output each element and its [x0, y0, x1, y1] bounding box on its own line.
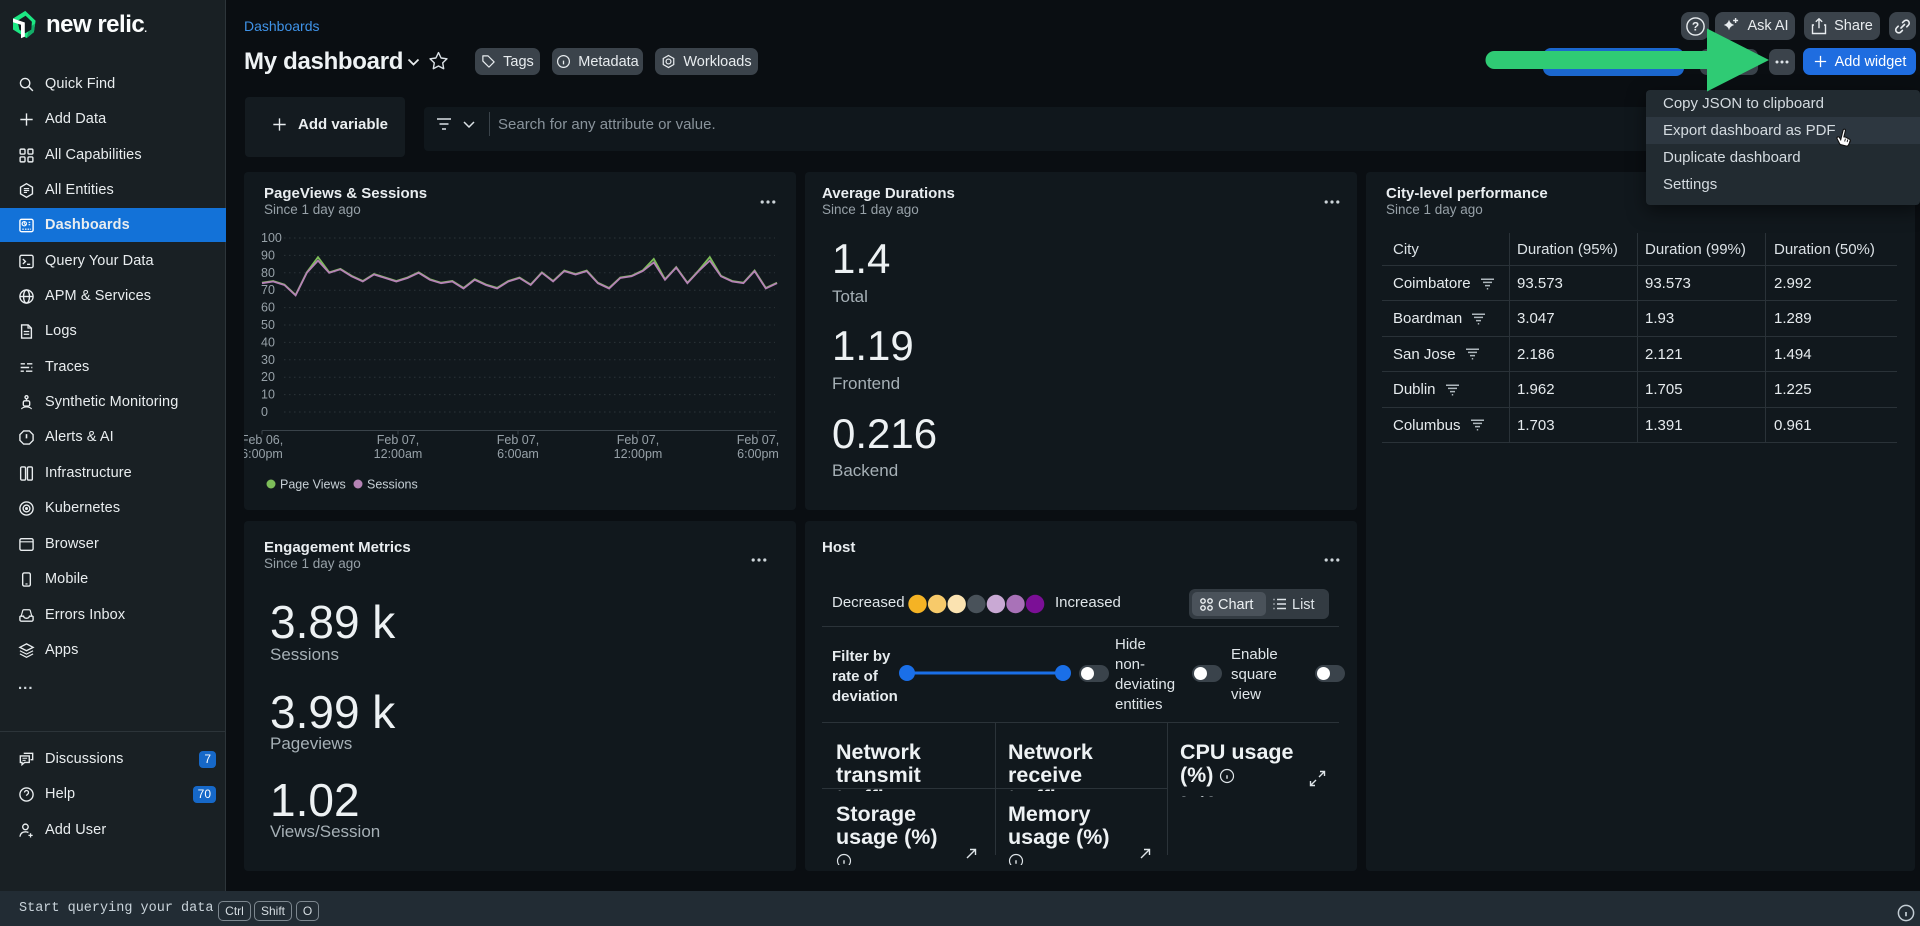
svg-text:10: 10	[261, 388, 275, 402]
svg-text:60: 60	[261, 301, 275, 315]
svg-text:Feb 07,: Feb 07,	[497, 433, 539, 447]
svg-text:Feb 07,: Feb 07,	[377, 433, 419, 447]
svg-text:20: 20	[261, 370, 275, 384]
svg-text:Feb 07,: Feb 07,	[737, 433, 779, 447]
svg-text:Sessions: Sessions	[367, 478, 418, 492]
svg-text:6:00pm: 6:00pm	[244, 447, 283, 461]
svg-text:90: 90	[261, 248, 275, 262]
svg-text:6:00am: 6:00am	[497, 447, 539, 461]
svg-text:Feb 07,: Feb 07,	[617, 433, 659, 447]
svg-text:Feb 06,: Feb 06,	[244, 433, 283, 447]
svg-text:Page Views: Page Views	[280, 478, 346, 492]
svg-text:40: 40	[261, 335, 275, 349]
svg-text:12:00am: 12:00am	[374, 447, 423, 461]
svg-text:0: 0	[261, 405, 268, 419]
svg-text:50: 50	[261, 318, 275, 332]
svg-text:6:00pm: 6:00pm	[737, 447, 779, 461]
svg-text:100: 100	[261, 231, 282, 245]
svg-text:80: 80	[261, 266, 275, 280]
svg-text:30: 30	[261, 353, 275, 367]
svg-text:12:00pm: 12:00pm	[614, 447, 663, 461]
svg-text:70: 70	[261, 283, 275, 297]
